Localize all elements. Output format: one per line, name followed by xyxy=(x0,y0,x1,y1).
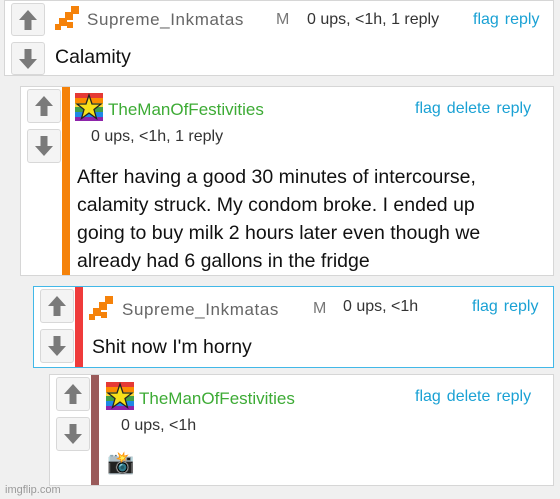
username-link[interactable]: Supreme_Inkmatas xyxy=(87,10,244,30)
downvote-button[interactable] xyxy=(40,329,74,363)
vote-controls xyxy=(50,375,96,485)
delete-link[interactable]: delete xyxy=(447,388,491,405)
arrow-down-icon xyxy=(35,136,53,156)
imgflip-watermark: imgflip.com xyxy=(5,484,61,496)
reply-link[interactable]: reply xyxy=(496,100,531,117)
comment-text-line: going to buy milk 2 hours later even tho… xyxy=(77,222,481,244)
arrow-up-icon xyxy=(48,296,66,316)
username-link[interactable]: Supreme_Inkmatas xyxy=(122,300,279,320)
upvote-button[interactable] xyxy=(27,89,61,123)
arrow-up-icon xyxy=(64,384,82,404)
downvote-button[interactable] xyxy=(27,129,61,163)
reply-link[interactable]: reply xyxy=(504,298,539,315)
comment-text-line: already had 6 gallons in the fridge xyxy=(77,250,370,272)
comment-text: After having a good 30 minutes of interc… xyxy=(77,163,480,275)
arrow-down-icon xyxy=(64,424,82,444)
delete-link[interactable]: delete xyxy=(447,100,491,117)
comment-actions: flag delete reply xyxy=(409,100,531,118)
comment-1: Supreme_Inkmatas M 0 ups, <1h, 1 reply f… xyxy=(4,0,554,76)
arrow-down-icon xyxy=(19,48,37,69)
comment-meta: 0 ups, <1h, 1 reply xyxy=(307,11,440,28)
username-link[interactable]: TheManOfFestivities xyxy=(108,100,264,120)
mod-badge: M xyxy=(276,11,290,28)
orange-pixel-avatar-icon[interactable] xyxy=(89,294,117,322)
comment-text: Calamity xyxy=(55,46,131,68)
camera-flash-emoji: 📸 xyxy=(107,450,135,475)
comment-4: TheManOfFestivities flag delete reply 0 up… xyxy=(49,374,554,486)
downvote-button[interactable] xyxy=(56,417,90,451)
orange-pixel-avatar-icon[interactable] xyxy=(55,4,83,32)
comment-meta: 0 ups, <1h xyxy=(121,417,197,434)
vote-controls xyxy=(34,287,80,367)
rainbow-star-avatar-icon[interactable] xyxy=(75,93,103,121)
thread-bar xyxy=(91,375,99,485)
flag-link[interactable]: flag xyxy=(415,388,441,405)
reply-link[interactable]: reply xyxy=(496,388,531,405)
rainbow-star-avatar-icon[interactable] xyxy=(106,382,134,410)
comment-meta: 0 ups, <1h xyxy=(343,298,419,315)
vote-controls xyxy=(5,1,51,75)
thread-bar xyxy=(62,87,70,275)
thread-bar xyxy=(75,287,83,367)
arrow-up-icon xyxy=(35,96,53,116)
comment-actions: flag reply xyxy=(467,11,539,29)
flag-link[interactable]: flag xyxy=(415,100,441,117)
flag-link[interactable]: flag xyxy=(473,11,499,28)
comment-actions: flag delete reply xyxy=(409,388,531,406)
upvote-button[interactable] xyxy=(11,3,45,36)
downvote-button[interactable] xyxy=(11,42,45,75)
arrow-up-icon xyxy=(19,9,37,30)
comment-actions: flag reply xyxy=(466,298,538,316)
comment-meta: 0 ups, <1h, 1 reply xyxy=(91,128,224,145)
comment-text-line: After having a good 30 minutes of interc… xyxy=(77,166,476,188)
comment-text-line: calamity struck. My condom broke. I ende… xyxy=(77,194,475,216)
reply-link[interactable]: reply xyxy=(505,11,540,28)
upvote-button[interactable] xyxy=(56,377,90,411)
comment-2: TheManOfFestivities flag delete reply 0 up… xyxy=(20,86,554,276)
comment-text: Shit now I'm horny xyxy=(92,336,252,358)
comment-3: Supreme_Inkmatas M 0 ups, <1h flag reply … xyxy=(33,286,554,368)
username-link[interactable]: TheManOfFestivities xyxy=(139,389,295,409)
vote-controls xyxy=(21,87,67,275)
upvote-button[interactable] xyxy=(40,289,74,323)
arrow-down-icon xyxy=(48,336,66,356)
mod-badge: M xyxy=(313,300,327,317)
flag-link[interactable]: flag xyxy=(472,298,498,315)
